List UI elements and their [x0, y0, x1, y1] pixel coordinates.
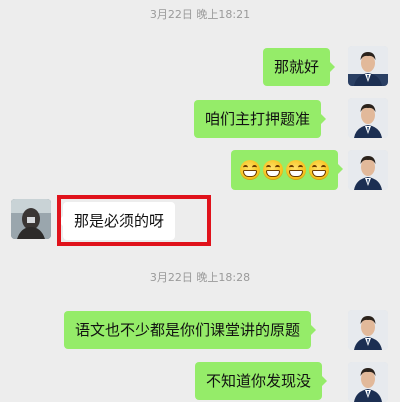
- message-bubble-outgoing[interactable]: 那就好: [263, 48, 336, 86]
- timestamp: 3月22日 晚上18:28: [149, 271, 251, 284]
- message-bubble-outgoing[interactable]: 咱们主打押题准: [194, 100, 327, 138]
- avatar-photo-icon: [348, 150, 388, 190]
- message-bubble-incoming[interactable]: 那是必须的呀: [57, 202, 176, 240]
- grinning-face-icon: [286, 160, 306, 180]
- avatar-photo-icon: [348, 310, 388, 350]
- user-avatar[interactable]: [348, 46, 388, 86]
- avatar-photo-icon: [11, 199, 51, 239]
- grinning-face-icon: [309, 160, 329, 180]
- timestamp: 3月22日 晚上18:21: [149, 8, 251, 21]
- user-avatar[interactable]: [348, 310, 388, 350]
- message-bubble-emoji[interactable]: [231, 150, 343, 190]
- user-avatar[interactable]: [348, 362, 388, 402]
- contact-avatar[interactable]: [11, 199, 51, 239]
- user-avatar[interactable]: [348, 98, 388, 138]
- message-bubble-outgoing[interactable]: 不知道你发现没: [195, 362, 328, 400]
- chat-conversation[interactable]: 3月22日 晚上18:21 那就好 咱们主打押题准 那是必须的呀 3月22日 晚…: [0, 0, 400, 402]
- avatar-photo-icon: [348, 98, 388, 138]
- message-bubble-outgoing[interactable]: 语文也不少都是你们课堂讲的原题: [64, 311, 317, 349]
- avatar-photo-icon: [348, 46, 388, 86]
- user-avatar[interactable]: [348, 150, 388, 190]
- grinning-face-icon: [263, 160, 283, 180]
- avatar-photo-icon: [348, 362, 388, 402]
- grinning-face-icon: [240, 160, 260, 180]
